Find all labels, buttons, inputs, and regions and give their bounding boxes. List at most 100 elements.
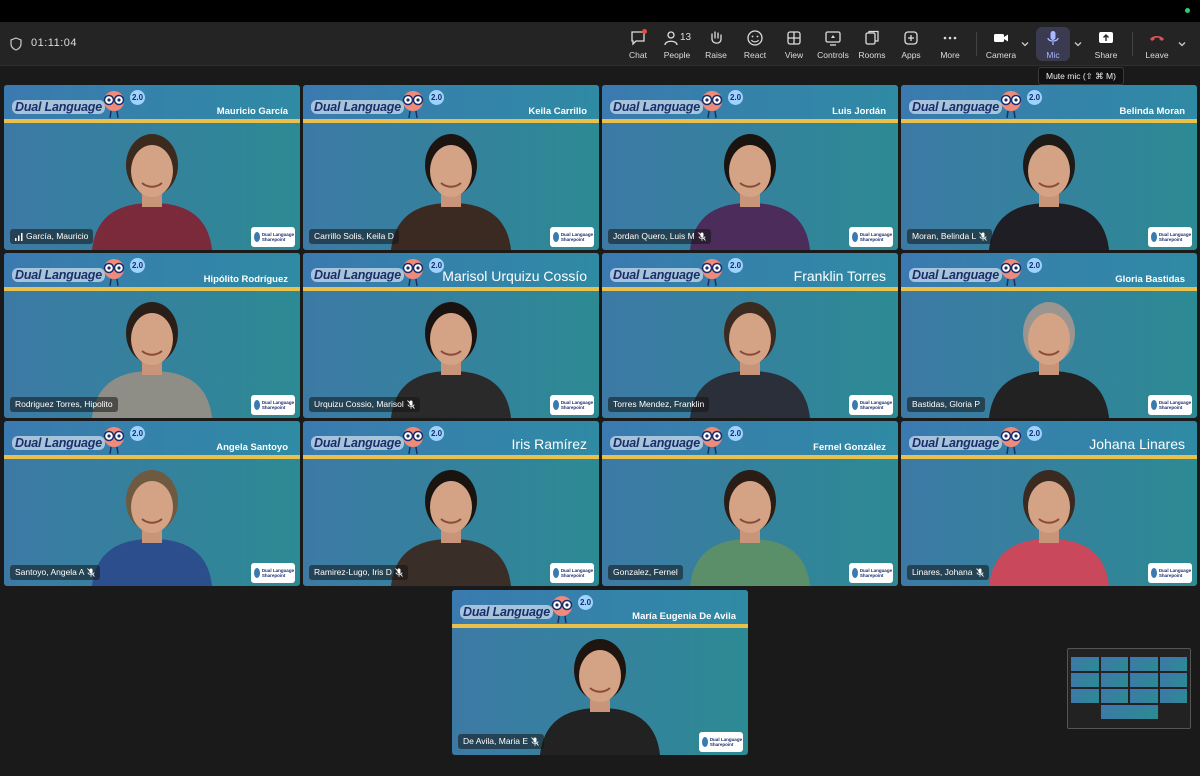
- chat-notification-dot: [642, 29, 647, 34]
- participant-name: García, Mauricio: [26, 231, 89, 241]
- version-badge: 2.0: [578, 595, 593, 610]
- logo-text: Dual Language Sharepoint: [859, 400, 893, 410]
- participant-tile[interactable]: Dual Language 2.0 Luis Jordán Jordan Quero,…: [602, 85, 898, 250]
- chat-button[interactable]: Chat: [618, 27, 658, 61]
- participant-nametag: Gonzalez, Fernel: [608, 565, 683, 580]
- participant-nametag: De Avila, Maria E: [458, 734, 545, 749]
- more-button[interactable]: More: [930, 27, 970, 61]
- participant-name: Santoyo, Angela A: [15, 567, 85, 577]
- participant-video: [391, 134, 511, 250]
- participant-tile[interactable]: Dual Language 2.0 Mauricio García García, M…: [4, 85, 300, 250]
- banner-participant-name: Marisol Urquizu Cossío: [442, 268, 587, 284]
- logo-mark-icon: [254, 232, 260, 242]
- participant-nametag: Ramirez-Lugo, Iris D: [309, 565, 408, 580]
- participant-tile[interactable]: Dual Language 2.0 Keila Carrillo Carrillo S…: [303, 85, 599, 250]
- people-icon: [664, 31, 678, 46]
- minimap-thumbnail: [1159, 657, 1187, 671]
- background-brand-text: Dual Language: [909, 268, 1002, 282]
- version-badge: 2.0: [1027, 90, 1042, 105]
- camera-label: Camera: [985, 50, 1017, 60]
- minimap-thumbnail: [1100, 657, 1128, 671]
- view-button[interactable]: View: [774, 27, 814, 61]
- participant-tile[interactable]: Dual Language 2.0 Franklin Torres Torres Me…: [602, 253, 898, 418]
- background-brand-text: Dual Language: [12, 436, 105, 450]
- participant-video: [92, 134, 212, 250]
- participant-tile[interactable]: Dual Language 2.0 María Eugenia De Avila De…: [452, 590, 748, 755]
- participant-nametag: Linares, Johana: [907, 565, 989, 580]
- smiley-icon: [747, 30, 763, 46]
- background-brand-text: Dual Language: [610, 436, 703, 450]
- toolbar-divider: [976, 32, 977, 56]
- participant-nametag: Carrillo Solis, Keila D: [309, 229, 399, 244]
- leave-button[interactable]: Leave: [1137, 27, 1177, 61]
- minimap-thumbnail: [1071, 673, 1099, 687]
- mic-label: Mic: [1046, 50, 1060, 60]
- sharepoint-logo: Dual Language Sharepoint: [699, 732, 743, 752]
- controls-button[interactable]: Controls: [813, 27, 853, 61]
- grid-view-icon: [787, 31, 801, 45]
- participant-name: De Avila, Maria E: [463, 736, 529, 746]
- people-button[interactable]: 13 People: [657, 27, 697, 61]
- apps-button[interactable]: Apps: [891, 27, 931, 61]
- logo-mark-icon: [1151, 400, 1157, 410]
- rooms-button[interactable]: Rooms: [852, 27, 892, 61]
- participant-tile[interactable]: Dual Language 2.0 Hipólito Rodríguez Rodrig…: [4, 253, 300, 418]
- camera-button[interactable]: Camera: [981, 27, 1021, 61]
- banner-participant-name: Luis Jordán: [832, 106, 886, 117]
- leave-options-chevron-down-icon[interactable]: [1177, 39, 1187, 49]
- share-button[interactable]: Share: [1086, 27, 1126, 61]
- participant-name: Carrillo Solis, Keila D: [314, 231, 394, 241]
- participant-tile[interactable]: Dual Language 2.0 Johana Linares Linares, J…: [901, 421, 1197, 586]
- participant-tile[interactable]: Dual Language 2.0 Angela Santoyo Santoyo, A…: [4, 421, 300, 586]
- background-brand-text: Dual Language: [610, 268, 703, 282]
- controls-label: Controls: [817, 50, 849, 60]
- participant-nametag: Rodriguez Torres, Hipolito: [10, 397, 118, 412]
- camera-options-chevron-down-icon[interactable]: [1020, 39, 1030, 49]
- meeting-timer: 01:11:04: [31, 37, 78, 49]
- minimap-thumbnail: [1071, 657, 1099, 671]
- participant-name: Moran, Belinda L: [912, 231, 977, 241]
- mic-button[interactable]: Mic: [1036, 27, 1070, 61]
- mic-options-chevron-down-icon[interactable]: [1073, 39, 1083, 49]
- raise-hand-button[interactable]: Raise: [696, 27, 736, 61]
- participant-tile[interactable]: Dual Language 2.0 Fernel González Gonzalez,…: [602, 421, 898, 586]
- logo-mark-icon: [702, 737, 708, 747]
- sharepoint-logo: Dual Language Sharepoint: [849, 395, 893, 415]
- muted-microphone-icon: [979, 232, 988, 241]
- participant-nametag: García, Mauricio: [10, 229, 94, 244]
- banner-participant-name: Keila Carrillo: [528, 106, 587, 117]
- participant-tile[interactable]: Dual Language 2.0 Belinda Moran Moran, Beli…: [901, 85, 1197, 250]
- logo-mark-icon: [1151, 568, 1157, 578]
- participant-nametag: Moran, Belinda L: [907, 229, 993, 244]
- react-button[interactable]: React: [735, 27, 775, 61]
- logo-text: Dual Language Sharepoint: [261, 568, 295, 578]
- sharepoint-logo: Dual Language Sharepoint: [550, 563, 594, 583]
- version-badge: 2.0: [429, 426, 444, 441]
- participant-tile[interactable]: Dual Language 2.0 Marisol Urquizu Cossío Ur…: [303, 253, 599, 418]
- participant-nametag: Bastidas, Gloria P: [907, 397, 986, 412]
- participant-tile[interactable]: Dual Language 2.0 Gloria Bastidas Bastidas,…: [901, 253, 1197, 418]
- participant-tile[interactable]: Dual Language 2.0 Iris Ramírez Ramirez-Lugo…: [303, 421, 599, 586]
- version-badge: 2.0: [1027, 426, 1042, 441]
- participant-name: Torres Mendez, Franklin: [613, 399, 705, 409]
- leave-label: Leave: [1145, 50, 1169, 60]
- banner-participant-name: Iris Ramírez: [511, 436, 587, 452]
- banner-participant-name: Gloria Bastidas: [1115, 274, 1185, 285]
- banner-participant-name: Johana Linares: [1089, 436, 1185, 452]
- recording-indicator: [1185, 8, 1190, 13]
- participant-video: [989, 134, 1109, 250]
- people-label: People: [663, 50, 691, 60]
- muted-microphone-icon: [975, 568, 984, 577]
- participant-name: Gonzalez, Fernel: [613, 567, 678, 577]
- logo-mark-icon: [254, 400, 260, 410]
- self-view-minimap[interactable]: [1067, 648, 1191, 729]
- background-brand-text: Dual Language: [909, 100, 1002, 114]
- minimap-thumbnail: [1100, 705, 1158, 719]
- banner-participant-name: Belinda Moran: [1119, 106, 1185, 117]
- logo-text: Dual Language Sharepoint: [709, 737, 743, 747]
- minimap-thumbnail: [1159, 673, 1187, 687]
- participant-video: [540, 639, 660, 755]
- view-label: View: [784, 50, 804, 60]
- participant-name: Jordan Quero, Luis M: [613, 231, 695, 241]
- version-badge: 2.0: [1027, 258, 1042, 273]
